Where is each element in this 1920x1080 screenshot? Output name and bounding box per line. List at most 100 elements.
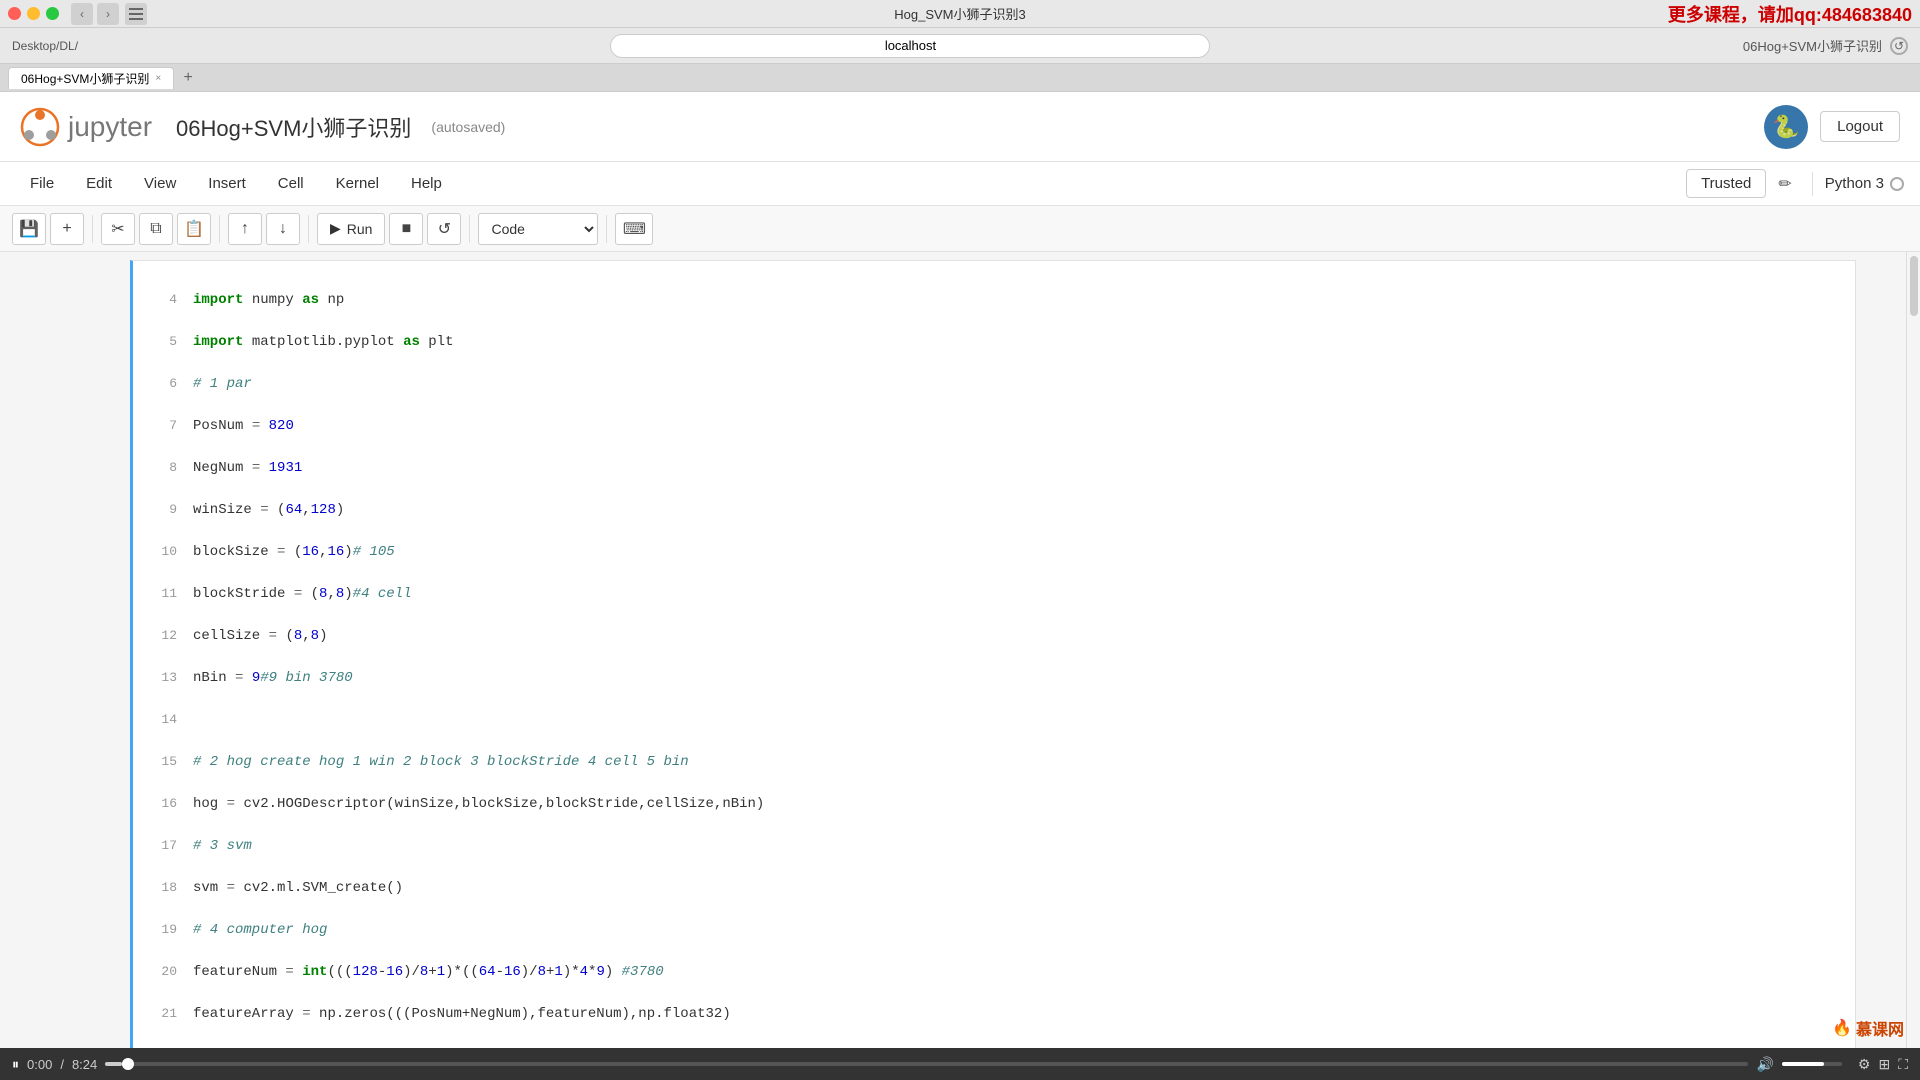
code-line-21: 21featureArray = np.zeros(((PosNum+NegNu… xyxy=(145,1004,1843,1025)
menu-help[interactable]: Help xyxy=(397,169,456,198)
play-pause-button[interactable]: ⏸ xyxy=(12,1056,19,1073)
add-cell-button[interactable]: + xyxy=(50,213,84,245)
flame-icon: 🔥 xyxy=(1832,1018,1852,1038)
cell-1-code[interactable]: 4import numpy as np 5import matplotlib.p… xyxy=(133,261,1855,1048)
cell-type-select[interactable]: Code Markdown Raw NBConvert xyxy=(478,213,598,245)
restart-button[interactable]: ↺ xyxy=(427,213,461,245)
code-line-8: 8NegNum = 1931 xyxy=(145,458,1843,479)
toolbar-separator-5 xyxy=(606,215,607,243)
menu-cell[interactable]: Cell xyxy=(264,169,318,198)
menu-divider xyxy=(1812,172,1813,196)
toolbar-separator-3 xyxy=(308,215,309,243)
code-line-4: 4import numpy as np xyxy=(145,290,1843,311)
tab-label-text: 06Hog+SVM小狮子识别 xyxy=(21,70,149,87)
title-bar: ‹ › Hog_SVM小狮子识别3 更多课程，请加qq:484683840 xyxy=(0,0,1920,28)
kernel-status-circle xyxy=(1890,177,1904,191)
back-button[interactable]: ‹ xyxy=(71,3,93,25)
code-line-15: 15# 2 hog create hog 1 win 2 block 3 blo… xyxy=(145,752,1843,773)
code-line-10: 10blockSize = (16,16)# 105 xyxy=(145,542,1843,563)
ad-banner: 更多课程，请加qq:484683840 xyxy=(1668,1,1912,27)
code-line-9: 9winSize = (64,128) xyxy=(145,500,1843,521)
bottom-bar: ⏸ 0:00 / 8:24 🔊 ⚙ ⊞ ⛶ xyxy=(0,1048,1920,1080)
volume-slider[interactable] xyxy=(1782,1062,1842,1066)
close-button[interactable] xyxy=(8,7,21,20)
nav-arrows: ‹ › xyxy=(71,3,119,25)
scrollbar[interactable] xyxy=(1906,252,1920,1048)
caption-icon[interactable]: ⊞ xyxy=(1878,1056,1890,1073)
jupyter-header: jupyter 06Hog+SVM小狮子识别 (autosaved) 🐍 Log… xyxy=(0,92,1920,162)
menu-file[interactable]: File xyxy=(16,169,68,198)
time-total: 8:24 xyxy=(72,1057,97,1072)
maximize-button[interactable] xyxy=(46,7,59,20)
run-icon: ▶ xyxy=(330,220,341,237)
code-line-13: 13nBin = 9#9 bin 3780 xyxy=(145,668,1843,689)
volume-fill xyxy=(1782,1062,1824,1066)
tab-close-button[interactable]: × xyxy=(155,73,161,84)
kernel-info: Python 3 xyxy=(1825,175,1904,192)
logout-button[interactable]: Logout xyxy=(1820,111,1900,142)
active-tab[interactable]: 06Hog+SVM小狮子识别 × xyxy=(8,67,174,89)
code-line-11: 11blockStride = (8,8)#4 cell xyxy=(145,584,1843,605)
watermark: 🔥 慕课网 xyxy=(1832,1016,1904,1040)
jupyter-logo-icon xyxy=(20,107,60,147)
move-down-button[interactable]: ↓ xyxy=(266,213,300,245)
toolbar-separator-1 xyxy=(92,215,93,243)
tab-bar: 06Hog+SVM小狮子识别 × + xyxy=(0,64,1920,92)
jupyter-logo: jupyter xyxy=(20,107,152,147)
left-gutter xyxy=(0,252,40,1048)
trusted-button[interactable]: Trusted xyxy=(1686,169,1766,198)
paste-button[interactable]: 📋 xyxy=(177,213,211,245)
tab-label: 06Hog+SVM小狮子识别 xyxy=(1743,36,1882,55)
time-separator: / xyxy=(60,1057,64,1072)
cell-1-prompt xyxy=(40,260,130,1048)
main-content: 4import numpy as np 5import matplotlib.p… xyxy=(0,252,1920,1048)
cell-1[interactable]: 4import numpy as np 5import matplotlib.p… xyxy=(40,260,1906,1048)
progress-dot xyxy=(122,1058,134,1070)
keyboard-shortcuts-button[interactable]: ⌨ xyxy=(615,213,653,245)
run-button[interactable]: ▶ Run xyxy=(317,213,385,245)
settings-icon[interactable]: ⚙ xyxy=(1858,1056,1871,1073)
watermark-text: 慕课网 xyxy=(1856,1016,1904,1040)
jupyter-text: jupyter xyxy=(68,111,152,143)
toolbar: 💾 + ✂ ⧉ 📋 ↑ ↓ ▶ Run ■ ↺ Code Markdown Ra… xyxy=(0,206,1920,252)
fullscreen-icon[interactable]: ⛶ xyxy=(1898,1056,1908,1073)
menu-insert[interactable]: Insert xyxy=(194,169,260,198)
url-input[interactable] xyxy=(610,34,1210,58)
traffic-lights[interactable] xyxy=(8,7,59,20)
breadcrumb: Desktop/DL/ xyxy=(12,39,78,53)
code-line-20: 20featureNum = int(((128-16)/8+1)*((64-1… xyxy=(145,962,1843,983)
scrollbar-thumb[interactable] xyxy=(1910,256,1918,316)
code-line-14: 14 xyxy=(145,710,1843,731)
code-line-5: 5import matplotlib.pyplot as plt xyxy=(145,332,1843,353)
code-line-6: 6# 1 par xyxy=(145,374,1843,395)
notebook-area: 4import numpy as np 5import matplotlib.p… xyxy=(40,252,1906,1048)
sidebar-toggle-button[interactable] xyxy=(125,3,147,25)
notebook-title[interactable]: 06Hog+SVM小狮子识别 xyxy=(176,111,411,143)
move-up-button[interactable]: ↑ xyxy=(228,213,262,245)
stop-button[interactable]: ■ xyxy=(389,213,423,245)
bottom-right-controls: ⚙ ⊞ ⛶ xyxy=(1858,1056,1908,1073)
copy-button[interactable]: ⧉ xyxy=(139,213,173,245)
window-title: Hog_SVM小狮子识别3 xyxy=(894,4,1025,23)
save-button[interactable]: 💾 xyxy=(12,213,46,245)
new-tab-button[interactable]: + xyxy=(178,68,198,88)
python-icon: 🐍 xyxy=(1764,105,1808,149)
reload-button[interactable]: ↺ xyxy=(1890,37,1908,55)
progress-bar[interactable] xyxy=(105,1062,1748,1066)
menu-view[interactable]: View xyxy=(130,169,190,198)
autosaved-indicator: (autosaved) xyxy=(431,119,505,135)
code-line-16: 16hog = cv2.HOGDescriptor(winSize,blockS… xyxy=(145,794,1843,815)
code-line-18: 18svm = cv2.ml.SVM_create() xyxy=(145,878,1843,899)
url-bar: Desktop/DL/ 06Hog+SVM小狮子识别 ↺ xyxy=(0,28,1920,64)
menu-edit[interactable]: Edit xyxy=(72,169,126,198)
code-line-12: 12cellSize = (8,8) xyxy=(145,626,1843,647)
toolbar-separator-4 xyxy=(469,215,470,243)
run-label: Run xyxy=(347,221,373,237)
cut-button[interactable]: ✂ xyxy=(101,213,135,245)
cell-1-body[interactable]: 4import numpy as np 5import matplotlib.p… xyxy=(130,260,1856,1048)
volume-button[interactable]: 🔊 xyxy=(1756,1056,1773,1073)
edit-icon-button[interactable]: ✏ xyxy=(1770,169,1799,199)
minimize-button[interactable] xyxy=(27,7,40,20)
menu-kernel[interactable]: Kernel xyxy=(322,169,393,198)
forward-button[interactable]: › xyxy=(97,3,119,25)
